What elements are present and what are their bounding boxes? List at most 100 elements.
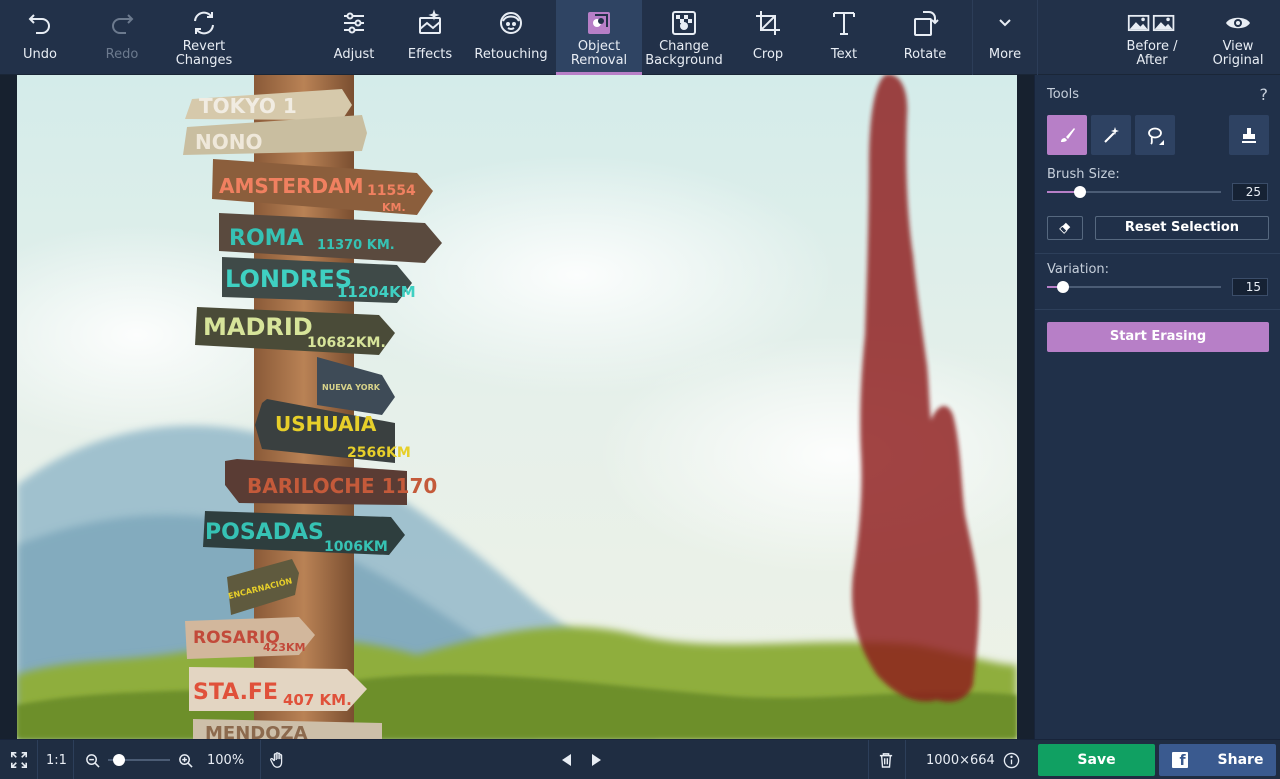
sign-text: 423KM	[263, 641, 305, 654]
sign-text: NUEVA YORK	[322, 383, 381, 392]
sign-text: POSADAS	[205, 520, 324, 545]
redo-label: Redo	[105, 47, 139, 62]
sign-text: 2566KM	[347, 445, 411, 461]
more-label: More	[988, 47, 1022, 62]
object-removal-icon	[585, 0, 613, 40]
effects-button[interactable]: Effects	[392, 0, 468, 75]
start-erasing-button[interactable]: Start Erasing	[1047, 322, 1269, 352]
share-label: Share	[1217, 752, 1264, 768]
text-label: Text	[830, 47, 858, 62]
fit-screen-button[interactable]	[8, 740, 30, 779]
bottom-bar: 1:1 100% 1000×664 Save f Share	[0, 739, 1280, 779]
variation-input[interactable]: 15	[1232, 278, 1268, 296]
sign-text: TOKYO 1	[199, 94, 297, 118]
crop-label: Crop	[752, 47, 784, 62]
image-dimensions: 1000×664	[926, 752, 995, 768]
change-background-label: Change Background	[645, 39, 723, 68]
bottom-separator	[905, 740, 906, 779]
hand-tool-button[interactable]	[269, 740, 287, 779]
object-removal-button[interactable]: Object Removal	[556, 0, 642, 75]
panel-divider	[1035, 309, 1280, 310]
bottom-separator	[260, 740, 261, 779]
share-button[interactable]: f Share	[1159, 744, 1276, 776]
toolbar-separator	[1037, 0, 1038, 75]
help-icon[interactable]: ?	[1260, 85, 1269, 104]
retouching-button[interactable]: Retouching	[468, 0, 554, 75]
rotate-icon	[911, 0, 939, 40]
zoom-out-button[interactable]	[85, 740, 100, 779]
sign-text: LONDRES	[225, 265, 352, 293]
revert-changes-button[interactable]: Revert Changes	[164, 0, 244, 75]
previous-button[interactable]	[560, 740, 572, 779]
view-original-label: View Original	[1212, 39, 1264, 68]
magic-wand-icon	[1104, 127, 1119, 143]
sign-text: STA.FE	[193, 680, 278, 705]
before-after-button[interactable]: Before / After	[1112, 0, 1192, 75]
sign-text: USHUAIA	[275, 412, 377, 436]
toolbar-separator	[972, 0, 973, 75]
sign-text: 11204KM	[337, 283, 416, 301]
bottom-separator	[73, 740, 74, 779]
brush-size-slider[interactable]	[1047, 186, 1221, 198]
zoom-slider-body	[108, 754, 170, 766]
before-after-icon	[1127, 0, 1177, 40]
crop-button[interactable]: Crop	[730, 0, 806, 75]
zoom-slider[interactable]	[108, 740, 170, 779]
sign-text: 10682KM.	[307, 335, 386, 351]
brush-size-input[interactable]: 25	[1232, 183, 1268, 201]
variation-label: Variation:	[1047, 262, 1110, 277]
undo-icon	[26, 0, 54, 40]
undo-label: Undo	[23, 47, 57, 62]
brush-tool-button[interactable]	[1047, 115, 1087, 155]
text-button[interactable]: Text	[806, 0, 882, 75]
zoom-knob[interactable]	[113, 754, 125, 766]
photo-canvas[interactable]: TOKYO 1 NONO AMSTERDAM 11554 KM. ROMA 11…	[17, 75, 1017, 739]
brush-size-label: Brush Size:	[1047, 167, 1120, 182]
stamp-icon	[1242, 128, 1256, 143]
tools-panel-title: Tools	[1047, 87, 1080, 102]
next-button[interactable]	[591, 740, 603, 779]
effects-label: Effects	[407, 47, 453, 62]
change-background-button[interactable]: Change Background	[642, 0, 726, 75]
sign-text: NONO	[195, 130, 262, 154]
variation-slider[interactable]	[1047, 281, 1221, 293]
rotate-button[interactable]: Rotate	[884, 0, 966, 75]
bottom-separator	[37, 740, 38, 779]
sign-text: AMSTERDAM	[219, 174, 363, 198]
sign-text: ROMA	[229, 226, 304, 251]
sign-text: MENDOZA	[205, 723, 308, 739]
main-toolbar: Undo Redo Revert Changes Adjust Effects	[0, 0, 1280, 75]
eraser-button[interactable]	[1047, 216, 1083, 240]
arrow-left-icon	[562, 754, 571, 766]
info-button[interactable]	[1003, 740, 1020, 779]
stamp-tool-button[interactable]	[1229, 115, 1269, 155]
hand-icon	[270, 752, 283, 768]
revert-icon	[190, 0, 218, 40]
redo-icon	[108, 0, 136, 40]
facebook-icon: f	[1171, 752, 1188, 768]
eraser-icon	[1059, 222, 1071, 234]
sign-text: MADRID	[203, 313, 313, 341]
object-removal-label: Object Removal	[570, 39, 628, 68]
actual-size-button[interactable]: 1:1	[46, 740, 67, 779]
lasso-tool-button[interactable]	[1135, 115, 1175, 155]
more-button[interactable]: More	[974, 0, 1036, 75]
undo-button[interactable]: Undo	[0, 0, 80, 75]
view-original-button[interactable]: View Original	[1200, 0, 1276, 75]
reset-selection-button[interactable]: Reset Selection	[1095, 216, 1269, 240]
panel-divider	[1035, 253, 1280, 254]
adjust-button[interactable]: Adjust	[316, 0, 392, 75]
before-after-label: Before / After	[1126, 39, 1178, 68]
slider-knob[interactable]	[1057, 281, 1069, 293]
info-icon	[1003, 752, 1020, 768]
save-button[interactable]: Save	[1038, 744, 1155, 776]
eye-icon	[1224, 0, 1252, 40]
effects-icon	[416, 0, 444, 40]
slider-knob[interactable]	[1074, 186, 1086, 198]
sign-text: 407 KM.	[283, 691, 352, 709]
delete-button[interactable]	[879, 740, 893, 779]
redo-button[interactable]: Redo	[82, 0, 162, 75]
zoom-in-button[interactable]	[178, 740, 193, 779]
sign-text: 11554	[367, 183, 416, 199]
magic-wand-tool-button[interactable]	[1091, 115, 1131, 155]
